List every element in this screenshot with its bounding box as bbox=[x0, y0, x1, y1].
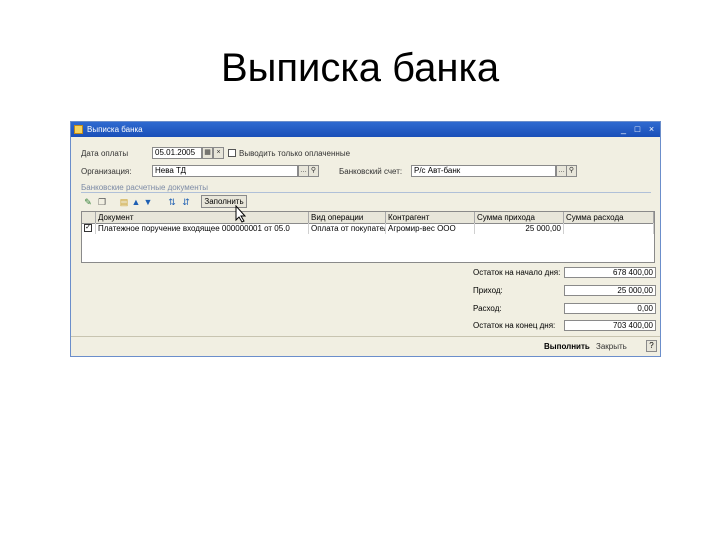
bank-account-label: Банковский счет: bbox=[339, 167, 403, 176]
account-search-icon[interactable]: ⚲ bbox=[566, 165, 577, 177]
footer-divider bbox=[71, 336, 660, 337]
section-title: Банковские расчетные документы bbox=[81, 183, 209, 192]
sort-asc-icon[interactable]: ⇅ bbox=[167, 197, 177, 207]
window-titlebar[interactable]: Выписка банка _ □ × bbox=[71, 122, 660, 137]
header-marker bbox=[82, 212, 96, 223]
calendar-icon[interactable]: ▦ bbox=[202, 147, 213, 159]
maximize-button[interactable]: □ bbox=[632, 124, 643, 135]
cell-income: 25 000,00 bbox=[475, 223, 564, 234]
bank-statement-window: Выписка банка _ □ × Дата оплаты 05.01.20… bbox=[70, 121, 661, 357]
close-form-button[interactable]: Закрыть bbox=[596, 342, 627, 351]
slide-title: Выписка банка bbox=[220, 46, 500, 90]
expense-label: Расход: bbox=[473, 304, 502, 313]
only-paid-label: Выводить только оплаченные bbox=[239, 149, 351, 158]
cell-operation: Оплата от покупателя bbox=[311, 223, 386, 234]
edit-icon[interactable]: ✎ bbox=[83, 197, 93, 207]
column-header-expense[interactable]: Сумма расхода bbox=[564, 212, 654, 223]
window-title: Выписка банка bbox=[87, 125, 143, 134]
table-row[interactable]: ✓ Платежное поручение входящее 000000001… bbox=[82, 223, 654, 234]
copy-icon[interactable]: ❐ bbox=[97, 197, 107, 207]
execute-button[interactable]: Выполнить bbox=[544, 342, 590, 351]
opening-balance-value: 678 400,00 bbox=[564, 267, 656, 278]
payment-date-label: Дата оплаты bbox=[81, 149, 129, 158]
search-icon[interactable]: ⚲ bbox=[308, 165, 319, 177]
closing-balance-label: Остаток на конец дня: bbox=[473, 321, 556, 330]
cell-expense bbox=[564, 223, 654, 234]
clear-icon[interactable]: × bbox=[213, 147, 224, 159]
column-header-document[interactable]: Документ bbox=[96, 212, 309, 223]
minimize-button[interactable]: _ bbox=[618, 124, 629, 135]
organization-field[interactable]: Нева ТД bbox=[152, 165, 298, 177]
bank-account-field[interactable]: Р/с Авт-банк bbox=[411, 165, 556, 177]
organization-label: Организация: bbox=[81, 167, 132, 176]
documents-table: Документ Вид операции Контрагент Сумма п… bbox=[81, 211, 655, 263]
opening-balance-label: Остаток на начало дня: bbox=[473, 268, 561, 277]
section-divider bbox=[81, 192, 651, 193]
cell-counterparty: Агромир-вес ООО bbox=[386, 223, 475, 234]
payment-date-field[interactable]: 05.01.2005 bbox=[152, 147, 202, 159]
sort-desc-icon[interactable]: ⇵ bbox=[181, 197, 191, 207]
closing-balance-value: 703 400,00 bbox=[564, 320, 656, 331]
row-checkbox[interactable]: ✓ bbox=[82, 223, 96, 234]
checkmark-icon[interactable]: ✓ bbox=[84, 224, 92, 232]
income-value: 25 000,00 bbox=[564, 285, 656, 296]
cell-document: Платежное поручение входящее 000000001 о… bbox=[96, 223, 309, 234]
income-label: Приход: bbox=[473, 286, 503, 295]
column-header-counterparty[interactable]: Контрагент bbox=[386, 212, 475, 223]
only-paid-checkbox[interactable] bbox=[228, 149, 236, 157]
help-button[interactable]: ? bbox=[646, 340, 657, 352]
column-header-income[interactable]: Сумма прихода bbox=[475, 212, 564, 223]
folder-icon[interactable]: ▤ bbox=[119, 197, 129, 207]
mouse-cursor-icon bbox=[235, 205, 247, 223]
move-down-icon[interactable]: ▼ bbox=[143, 197, 153, 207]
expense-value: 0,00 bbox=[564, 303, 656, 314]
app-icon bbox=[74, 125, 83, 134]
close-button[interactable]: × bbox=[646, 124, 657, 135]
column-header-operation[interactable]: Вид операции bbox=[309, 212, 386, 223]
move-up-icon[interactable]: ▲ bbox=[131, 197, 141, 207]
